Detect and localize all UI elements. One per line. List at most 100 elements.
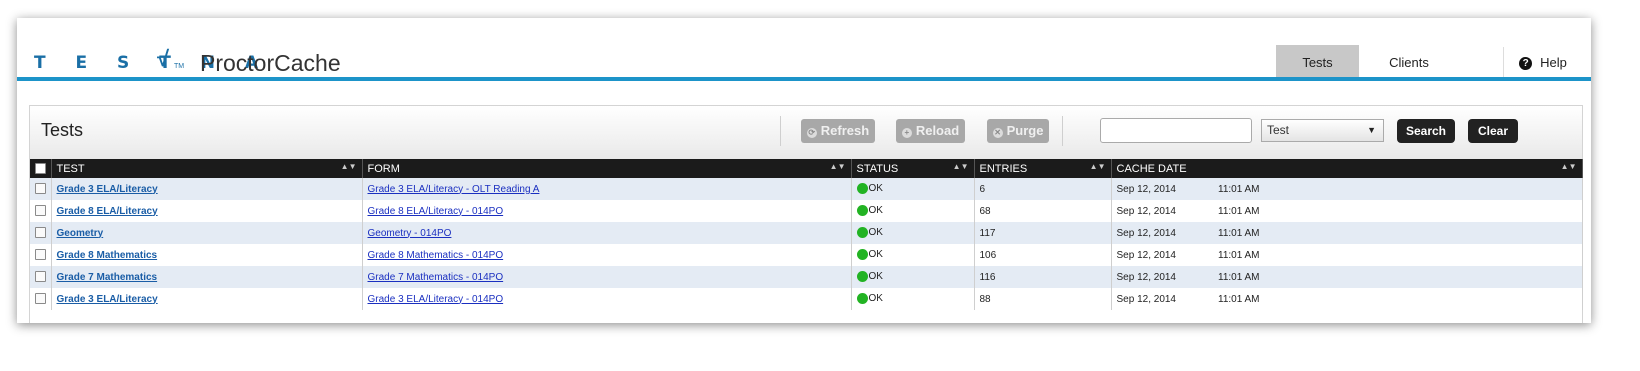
table-row[interactable]: Grade 3 ELA/Literacy Grade 3 ELA/Literac… <box>30 288 1583 310</box>
nav-tab-clients[interactable]: Clients <box>1367 45 1451 80</box>
row-select-cell <box>30 266 52 288</box>
form-cell: Grade 3 ELA/Literacy - 014PO <box>362 288 852 310</box>
row-select-cell <box>30 178 52 200</box>
refresh-label: Refresh <box>820 123 870 138</box>
cache-date: Sep 12, 2014 <box>1116 205 1177 217</box>
test-link[interactable]: Grade 8 Mathematics <box>57 250 158 261</box>
column-header-entries[interactable]: ENTRIES ▲▼ <box>974 159 1112 178</box>
form-link[interactable]: Grade 8 Mathematics - 014PO <box>368 250 504 261</box>
row-checkbox[interactable] <box>35 227 46 239</box>
column-label: TEST <box>56 162 85 175</box>
test-link[interactable]: Geometry <box>57 228 104 239</box>
test-link[interactable]: Grade 3 ELA/Literacy <box>57 294 158 305</box>
column-header-form[interactable]: FORM ▲▼ <box>362 159 852 178</box>
test-link[interactable]: Grade 7 Mathematics <box>57 272 158 283</box>
form-link[interactable]: Grade 7 Mathematics - 014PO <box>368 272 504 283</box>
test-link[interactable]: Grade 8 ELA/Literacy <box>57 206 158 217</box>
cache-time: 11:01 AM <box>1218 183 1260 195</box>
row-checkbox[interactable] <box>35 271 46 283</box>
brand-check-icon: √ <box>157 46 170 71</box>
entries-cell: 116 <box>974 266 1112 288</box>
form-link[interactable]: Grade 3 ELA/Literacy - OLT Reading A <box>368 184 540 195</box>
search-button[interactable]: Search <box>1397 119 1455 143</box>
column-label: FORM <box>367 162 400 175</box>
table-row[interactable]: Grade 8 Mathematics Grade 8 Mathematics … <box>30 244 1583 266</box>
entries-cell: 106 <box>974 244 1112 266</box>
table-row[interactable]: Grade 7 Mathematics Grade 7 Mathematics … <box>30 266 1583 288</box>
cache-date-cell: Sep 12, 2014 11:01 AM <box>1111 200 1583 222</box>
cache-time: 11:01 AM <box>1218 205 1260 217</box>
status-ok-icon <box>856 249 868 261</box>
help-label: Help <box>1540 55 1567 70</box>
page-title: Tests <box>41 120 84 140</box>
form-link[interactable]: Grade 8 ELA/Literacy - 014PO <box>368 206 504 217</box>
status-text: OK <box>868 227 883 239</box>
status-ok-icon <box>856 183 868 195</box>
row-select-cell <box>30 200 52 222</box>
status-cell: OK <box>851 266 975 288</box>
row-checkbox[interactable] <box>35 293 46 305</box>
status-cell: OK <box>851 200 975 222</box>
select-all-cell <box>30 159 52 178</box>
header-accent-line <box>17 77 1591 81</box>
column-header-status[interactable]: STATUS ▲▼ <box>851 159 975 178</box>
status-text: OK <box>868 249 883 261</box>
reload-button[interactable]: + Reload <box>896 119 965 143</box>
row-select-cell <box>30 222 52 244</box>
form-cell: Grade 7 Mathematics - 014PO <box>362 266 852 288</box>
cache-date-cell: Sep 12, 2014 11:01 AM <box>1111 244 1583 266</box>
column-header-cache-date[interactable]: CACHE DATE ▲▼ <box>1111 159 1583 178</box>
row-checkbox[interactable] <box>35 183 46 195</box>
search-input[interactable] <box>1100 118 1252 143</box>
toolbar-divider <box>780 116 781 146</box>
column-header-test[interactable]: TEST ▲▼ <box>51 159 363 178</box>
test-cell: Grade 3 ELA/Literacy <box>51 178 363 200</box>
sort-icon: ▲▼ <box>340 162 357 171</box>
chevron-down-icon: ▼ <box>1367 125 1376 135</box>
test-link[interactable]: Grade 3 ELA/Literacy <box>57 184 158 195</box>
form-link[interactable]: Geometry - 014PO <box>368 228 452 239</box>
purge-label: Purge <box>1006 123 1044 138</box>
select-all-checkbox[interactable] <box>35 163 46 175</box>
column-label: STATUS <box>856 162 899 175</box>
status-ok-icon <box>856 293 868 305</box>
table-row[interactable]: Geometry Geometry - 014PO OK 117 Sep 12,… <box>30 222 1583 244</box>
cache-date-cell: Sep 12, 2014 11:01 AM <box>1111 222 1583 244</box>
status-cell: OK <box>851 178 975 200</box>
form-link[interactable]: Grade 3 ELA/Literacy - 014PO <box>368 294 504 305</box>
cache-time: 11:01 AM <box>1218 227 1260 239</box>
status-text: OK <box>868 271 883 283</box>
search-type-value: Test <box>1267 123 1290 137</box>
clear-button[interactable]: Clear <box>1468 119 1518 143</box>
search-type-select[interactable]: Test ▼ <box>1261 119 1384 142</box>
form-cell: Geometry - 014PO <box>362 222 852 244</box>
cache-date-cell: Sep 12, 2014 11:01 AM <box>1111 266 1583 288</box>
table-header-row: TEST ▲▼ FORM ▲▼ STATUS ▲▼ ENTRIES ▲▼ CACHE D… <box>30 159 1583 178</box>
help-icon: ? <box>1519 57 1533 71</box>
row-checkbox[interactable] <box>35 205 46 217</box>
status-ok-icon <box>856 271 868 283</box>
entries-cell: 88 <box>974 288 1112 310</box>
tests-table: TEST ▲▼ FORM ▲▼ STATUS ▲▼ ENTRIES ▲▼ CACHE D… <box>30 159 1583 310</box>
cache-date: Sep 12, 2014 <box>1116 271 1177 283</box>
app-window: T E S T N A √ TM ProctorCache Tests Clie… <box>17 18 1591 323</box>
purge-button[interactable]: ✕ Purge <box>987 119 1049 143</box>
table-row[interactable]: Grade 8 ELA/Literacy Grade 8 ELA/Literac… <box>30 200 1583 222</box>
cache-date: Sep 12, 2014 <box>1116 183 1177 195</box>
app-header: T E S T N A √ TM ProctorCache Tests Clie… <box>17 18 1591 82</box>
form-cell: Grade 8 Mathematics - 014PO <box>362 244 852 266</box>
nav-tab-tests[interactable]: Tests <box>1276 45 1359 80</box>
status-cell: OK <box>851 288 975 310</box>
purge-icon: ✕ <box>992 128 1003 138</box>
refresh-button[interactable]: ⟳ Refresh <box>801 119 875 143</box>
table-row[interactable]: Grade 3 ELA/Literacy Grade 3 ELA/Literac… <box>30 178 1583 200</box>
sort-icon: ▲▼ <box>1560 162 1577 171</box>
nav-help[interactable]: ? Help <box>1503 45 1583 80</box>
row-select-cell <box>30 288 52 310</box>
sort-icon: ▲▼ <box>952 162 969 171</box>
cache-date: Sep 12, 2014 <box>1116 249 1177 261</box>
cache-time: 11:01 AM <box>1218 249 1260 261</box>
sort-icon: ▲▼ <box>829 162 846 171</box>
cache-date: Sep 12, 2014 <box>1116 227 1177 239</box>
row-checkbox[interactable] <box>35 249 46 261</box>
